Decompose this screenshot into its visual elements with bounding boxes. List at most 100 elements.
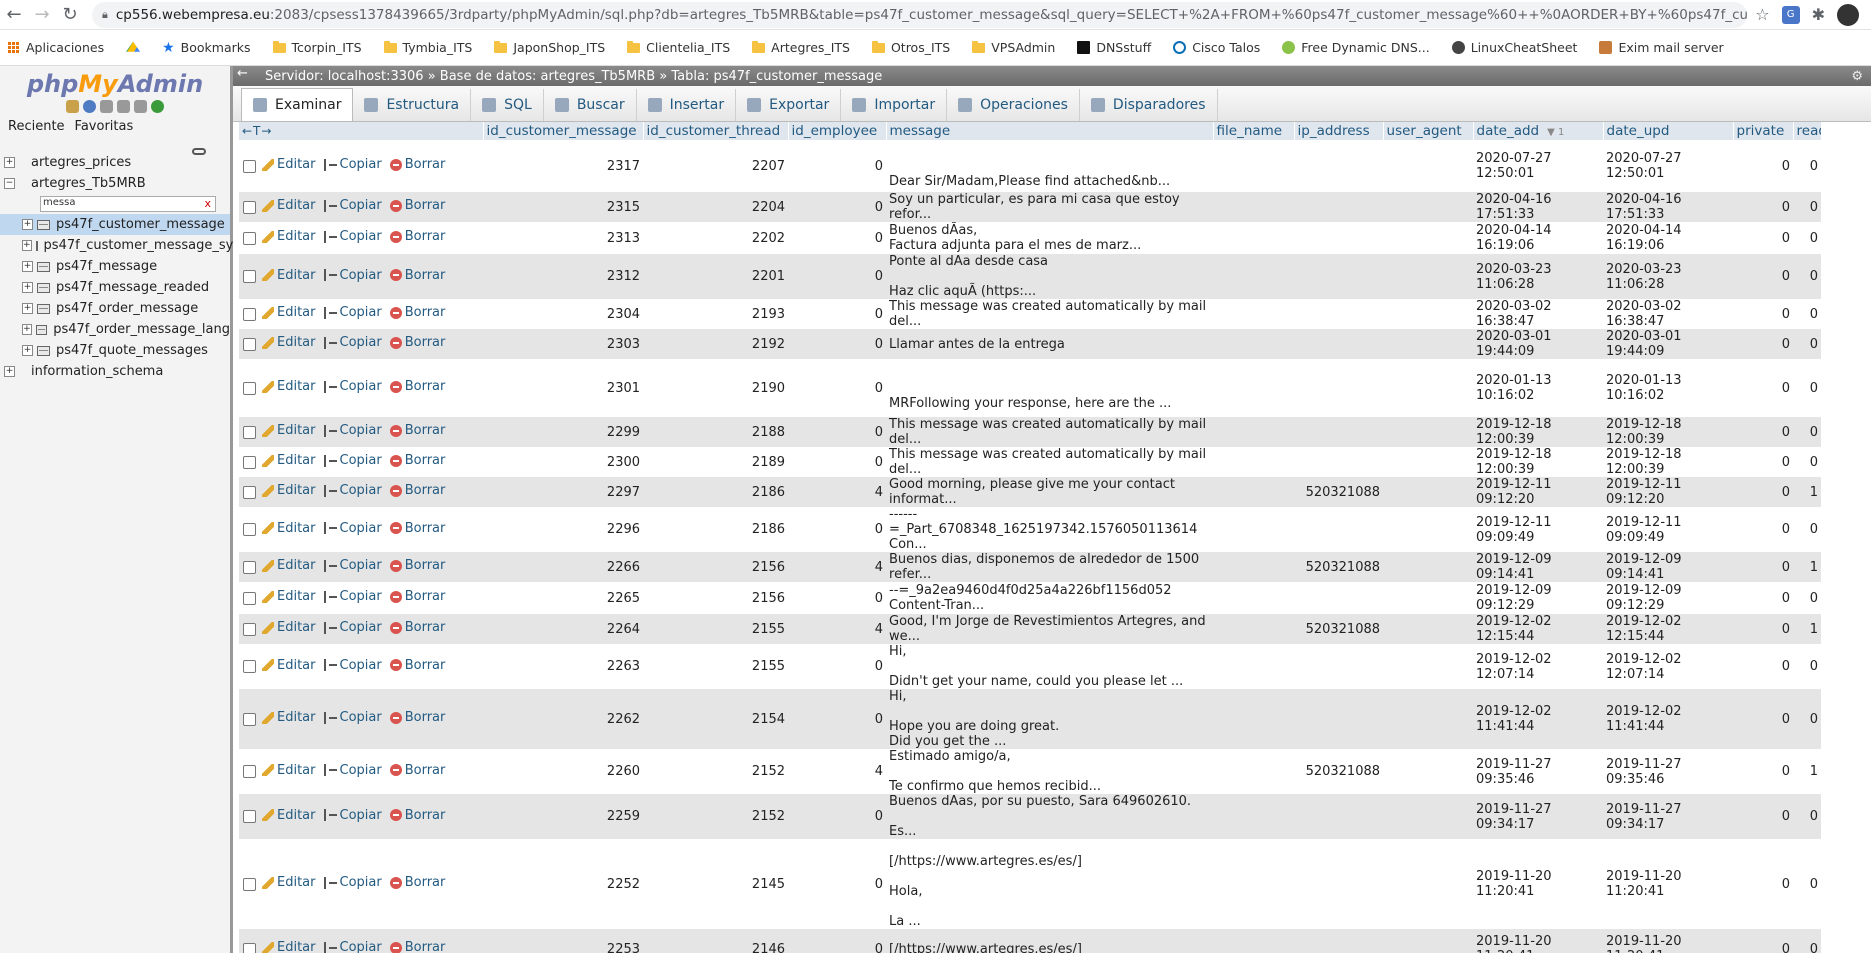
- cell-id-customer-message[interactable]: 2296: [483, 507, 644, 552]
- cell-id-employee[interactable]: 0: [788, 140, 887, 192]
- bookmark-folder[interactable]: Tcorpin_ITS: [272, 40, 362, 55]
- cell-date-add[interactable]: 2020-07-27 12:50:01: [1473, 140, 1604, 192]
- table-filter-input[interactable]: messa x: [40, 196, 216, 212]
- cell-id-customer-thread[interactable]: 2204: [643, 192, 789, 222]
- link-with-main-panel-icon[interactable]: [192, 148, 206, 155]
- phpmyadmin-logo[interactable]: phpMyAdmin: [0, 70, 230, 98]
- cell-user-agent[interactable]: [1383, 507, 1474, 552]
- cell-read[interactable]: 0: [1793, 839, 1822, 929]
- bookmark-star-icon[interactable]: ☆: [1755, 5, 1769, 24]
- cell-date-add[interactable]: 2019-11-27 09:34:17: [1473, 794, 1604, 839]
- cell-message[interactable]: This message was created automatically b…: [886, 299, 1214, 329]
- cell-id-customer-message[interactable]: 2315: [483, 192, 644, 222]
- cell-user-agent[interactable]: [1383, 794, 1474, 839]
- tab-examinar[interactable]: Examinar: [241, 88, 354, 121]
- delete-button[interactable]: Borrar: [389, 763, 445, 778]
- cell-private[interactable]: 0: [1733, 359, 1794, 417]
- edit-button[interactable]: Editar: [262, 710, 316, 725]
- row-checkbox[interactable]: [242, 381, 256, 395]
- tab-operaciones[interactable]: Operaciones: [947, 89, 1080, 121]
- expand-icon[interactable]: +: [22, 219, 33, 230]
- expand-icon[interactable]: +: [22, 261, 33, 272]
- cell-private[interactable]: 0: [1733, 749, 1794, 794]
- cell-id-customer-thread[interactable]: 2186: [643, 477, 789, 507]
- cell-private[interactable]: 0: [1733, 222, 1794, 254]
- column-header[interactable]: private: [1733, 122, 1794, 140]
- cell-file-name[interactable]: [1213, 299, 1295, 329]
- cell-date-upd[interactable]: 2019-11-20 11:20:41: [1603, 929, 1734, 953]
- cell-file-name[interactable]: [1213, 507, 1295, 552]
- cell-private[interactable]: 0: [1733, 929, 1794, 953]
- tree-table-item[interactable]: + ps47f_customer_message: [0, 214, 230, 235]
- cell-id-customer-thread[interactable]: 2145: [643, 839, 789, 929]
- cell-date-upd[interactable]: 2019-12-18 12:00:39: [1603, 417, 1734, 447]
- delete-button[interactable]: Borrar: [389, 305, 445, 320]
- cell-read[interactable]: 0: [1793, 222, 1822, 254]
- row-checkbox[interactable]: [242, 159, 256, 173]
- cell-date-upd[interactable]: 2019-11-27 09:35:46: [1603, 749, 1734, 794]
- cell-message[interactable]: This message was created automatically b…: [886, 447, 1214, 477]
- cell-date-upd[interactable]: 2019-12-18 12:00:39: [1603, 447, 1734, 477]
- cell-user-agent[interactable]: [1383, 254, 1474, 299]
- row-checkbox[interactable]: [242, 270, 256, 283]
- cell-date-upd[interactable]: 2019-11-20 11:20:41: [1603, 839, 1734, 929]
- copy-button[interactable]: Copiar: [323, 453, 382, 468]
- delete-button[interactable]: Borrar: [389, 808, 445, 823]
- cell-user-agent[interactable]: [1383, 447, 1474, 477]
- cell-id-employee[interactable]: 0: [788, 329, 887, 359]
- cell-user-agent[interactable]: [1383, 689, 1474, 749]
- cell-private[interactable]: 0: [1733, 299, 1794, 329]
- cell-ip-address[interactable]: [1294, 689, 1384, 749]
- edit-button[interactable]: Editar: [262, 453, 316, 468]
- cell-user-agent[interactable]: [1383, 329, 1474, 359]
- cell-message[interactable]: MRFollowing your response, here are the …: [886, 359, 1214, 417]
- tree-table-item[interactable]: + ps47f_order_message: [0, 298, 230, 319]
- row-checkbox[interactable]: [242, 523, 256, 536]
- tab-recent[interactable]: Reciente: [6, 119, 67, 134]
- column-header-date-add[interactable]: date_add ▼ 1: [1473, 122, 1604, 140]
- cell-user-agent[interactable]: [1383, 140, 1474, 192]
- edit-button[interactable]: Editar: [262, 763, 316, 778]
- cell-private[interactable]: 0: [1733, 839, 1794, 929]
- copy-button[interactable]: Copiar: [323, 157, 382, 172]
- edit-button[interactable]: Editar: [262, 305, 316, 320]
- expand-icon[interactable]: +: [22, 345, 33, 356]
- home-icon[interactable]: [66, 100, 79, 113]
- copy-button[interactable]: Copiar: [323, 710, 382, 725]
- cell-user-agent[interactable]: [1383, 299, 1474, 329]
- bookmark-linux-cheatsheet[interactable]: LinuxCheatSheet: [1451, 40, 1577, 55]
- cell-id-customer-thread[interactable]: 2201: [643, 254, 789, 299]
- cell-file-name[interactable]: [1213, 417, 1295, 447]
- cell-message[interactable]: --=_9a2ea9460d4f0d25a4a226bf1156d052 Con…: [886, 582, 1214, 614]
- cell-ip-address[interactable]: [1294, 839, 1384, 929]
- tree-db-prices[interactable]: + artegres_prices: [0, 152, 230, 173]
- copy-button[interactable]: Copiar: [323, 589, 382, 604]
- edit-button[interactable]: Editar: [262, 268, 316, 283]
- cell-id-customer-thread[interactable]: 2202: [643, 222, 789, 254]
- cell-date-add[interactable]: 2019-11-20 11:20:41: [1473, 839, 1604, 929]
- cell-date-upd[interactable]: 2019-11-27 09:34:17: [1603, 794, 1734, 839]
- cell-date-add[interactable]: 2020-03-02 16:38:47: [1473, 299, 1604, 329]
- cell-ip-address[interactable]: [1294, 417, 1384, 447]
- cell-id-customer-message[interactable]: 2260: [483, 749, 644, 794]
- cell-ip-address[interactable]: [1294, 447, 1384, 477]
- cell-date-add[interactable]: 2019-12-09 09:14:41: [1473, 552, 1604, 582]
- copy-button[interactable]: Copiar: [323, 940, 382, 953]
- edit-button[interactable]: Editar: [262, 157, 316, 172]
- bookmark-folder[interactable]: Artegres_ITS: [752, 40, 850, 55]
- cell-message[interactable]: Good, I'm Jorge de Revestimientos Artegr…: [886, 614, 1214, 644]
- cell-ip-address[interactable]: [1294, 329, 1384, 359]
- cell-file-name[interactable]: [1213, 644, 1295, 689]
- row-checkbox[interactable]: [242, 425, 256, 439]
- expand-icon[interactable]: +: [4, 366, 15, 377]
- cell-file-name[interactable]: [1213, 254, 1295, 299]
- breadcrumb-database[interactable]: Base de datos: artegres_Tb5MRB: [440, 69, 655, 84]
- cell-file-name[interactable]: [1213, 794, 1295, 839]
- cell-id-customer-message[interactable]: 2317: [483, 140, 644, 192]
- copy-button[interactable]: Copiar: [323, 875, 382, 890]
- cell-date-add[interactable]: 2019-12-11 09:12:20: [1473, 477, 1604, 507]
- cell-id-customer-message[interactable]: 2303: [483, 329, 644, 359]
- cell-id-customer-message[interactable]: 2313: [483, 222, 644, 254]
- cell-file-name[interactable]: [1213, 477, 1295, 507]
- cell-id-employee[interactable]: 0: [788, 447, 887, 477]
